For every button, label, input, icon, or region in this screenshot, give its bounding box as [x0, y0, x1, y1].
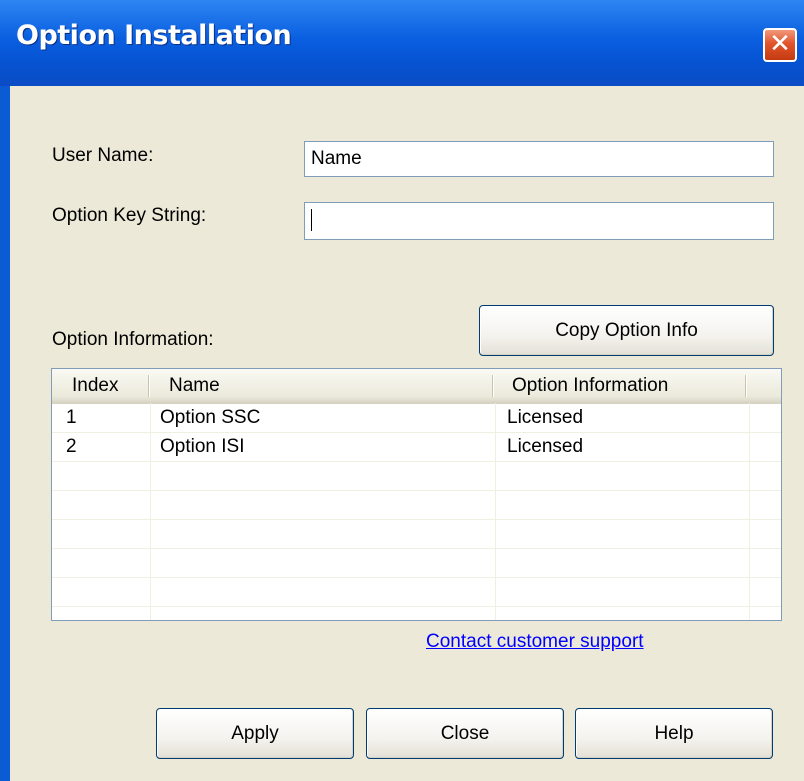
option-installation-window: Option Installation ✕ User Name: Name Op… — [0, 0, 804, 781]
option-table[interactable]: Index Name Option Information 1 Option S… — [51, 368, 782, 621]
column-header-option-information[interactable]: Option Information — [512, 369, 668, 403]
dialog-body: User Name: Name Option Key String: Optio… — [10, 86, 804, 781]
copy-option-info-button[interactable]: Copy Option Info — [479, 305, 774, 356]
table-row-empty — [52, 519, 781, 549]
column-divider[interactable] — [492, 375, 493, 397]
column-header-name[interactable]: Name — [169, 369, 220, 403]
column-header-index[interactable]: Index — [72, 369, 118, 403]
user-name-value: Name — [311, 148, 362, 169]
table-row-empty — [52, 490, 781, 520]
column-divider[interactable] — [148, 375, 149, 397]
close-button[interactable]: Close — [366, 708, 564, 759]
help-button[interactable]: Help — [575, 708, 773, 759]
user-name-label: User Name: — [52, 145, 154, 166]
cell-option-information: Licensed — [507, 407, 584, 428]
cell-index: 1 — [66, 407, 77, 428]
contact-support-link[interactable]: Contact customer support — [426, 631, 644, 653]
table-header: Index Name Option Information — [52, 369, 781, 404]
table-row[interactable]: 1 Option SSC Licensed — [52, 403, 781, 433]
close-window-button[interactable]: ✕ — [763, 28, 797, 62]
text-caret — [311, 208, 312, 231]
column-divider[interactable] — [745, 375, 746, 397]
cell-option-information: Licensed — [507, 436, 584, 457]
option-key-field[interactable] — [304, 202, 774, 240]
option-key-label: Option Key String: — [52, 205, 207, 226]
cell-index: 2 — [66, 436, 77, 457]
apply-button[interactable]: Apply — [156, 708, 354, 759]
window-title: Option Installation — [16, 20, 292, 51]
table-row-empty — [52, 461, 781, 491]
title-bar[interactable]: Option Installation ✕ — [0, 0, 804, 86]
close-icon: ✕ — [769, 29, 791, 59]
table-row-empty — [52, 548, 781, 578]
table-row[interactable]: 2 Option ISI Licensed — [52, 432, 781, 462]
cell-name: Option ISI — [160, 436, 245, 457]
cell-name: Option SSC — [160, 407, 261, 428]
option-information-label: Option Information: — [52, 329, 214, 350]
table-row-empty — [52, 577, 781, 607]
user-name-field[interactable]: Name — [304, 141, 774, 177]
